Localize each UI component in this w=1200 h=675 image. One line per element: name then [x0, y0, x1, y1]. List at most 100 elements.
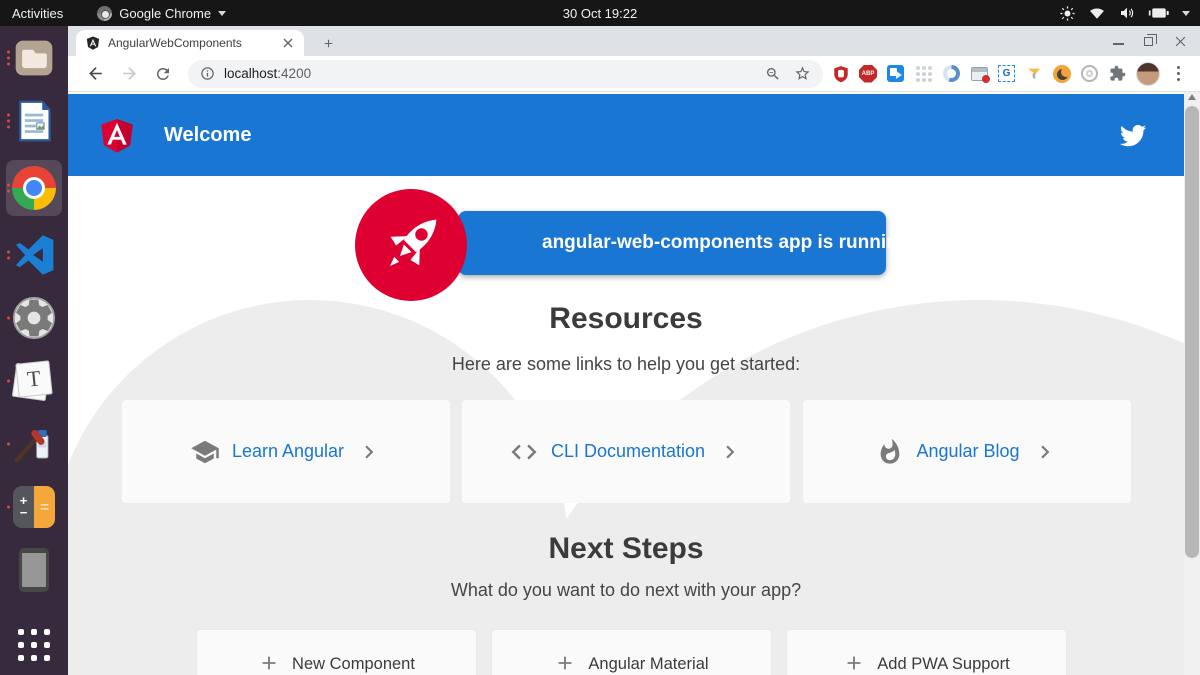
brightness-icon: [1059, 5, 1076, 22]
dock: T +−=: [0, 26, 68, 675]
wifi-icon: [1088, 6, 1106, 21]
running-indicator: [7, 380, 10, 383]
card-angular-blog[interactable]: Angular Blog: [803, 400, 1131, 503]
battery-icon: [1148, 6, 1170, 20]
dock-item-phone[interactable]: [6, 546, 62, 594]
paint-icon: [13, 423, 55, 465]
calculator-icon: +−=: [13, 486, 55, 528]
app-header: Welcome: [68, 94, 1184, 176]
files-icon: [12, 36, 56, 80]
angular-logo-icon: [96, 113, 138, 157]
forward-button[interactable]: [112, 60, 146, 88]
scroll-thumb[interactable]: [1185, 106, 1199, 558]
page-content: angular-web-components app is running! R…: [68, 176, 1184, 675]
browser-window: AngularWebComponents localhost:4200: [68, 26, 1200, 675]
action-label: New Component: [292, 655, 415, 674]
window-minimize-button[interactable]: [1113, 43, 1124, 45]
next-steps-heading: Next Steps: [68, 532, 1184, 566]
app-running-banner: angular-web-components app is running!: [458, 211, 886, 275]
resources-subheading: Here are some links to help you get star…: [68, 354, 1184, 375]
dock-item-files[interactable]: [6, 34, 62, 82]
action-label: Angular Material: [588, 655, 708, 674]
action-label: Add PWA Support: [877, 655, 1009, 674]
extensions-row: ABP G: [831, 62, 1190, 86]
window-restore-button[interactable]: [1144, 37, 1153, 46]
chevron-right-icon: [1032, 439, 1058, 465]
target-icon[interactable]: [1080, 64, 1099, 83]
resources-heading: Resources: [68, 302, 1184, 336]
card-label: CLI Documentation: [551, 441, 705, 462]
window-close-button[interactable]: [1173, 34, 1188, 49]
tab-title: AngularWebComponents: [108, 36, 272, 50]
card-cli-documentation[interactable]: CLI Documentation: [462, 400, 790, 503]
dark-reader-icon[interactable]: [1052, 64, 1071, 83]
card-learn-angular[interactable]: Learn Angular: [122, 400, 450, 503]
dock-item-calculator[interactable]: +−=: [6, 483, 62, 531]
libreoffice-writer-icon: [13, 99, 55, 143]
tab-close-icon[interactable]: [280, 35, 296, 51]
site-info-icon[interactable]: [200, 66, 215, 81]
reload-button[interactable]: [146, 60, 180, 88]
dock-item-libreoffice-writer[interactable]: [6, 97, 62, 145]
new-tab-button[interactable]: [316, 31, 340, 55]
button-angular-material[interactable]: Angular Material: [491, 629, 772, 675]
extensions-puzzle-icon[interactable]: [1108, 64, 1127, 83]
system-tray[interactable]: [1059, 0, 1190, 26]
window-blocker-icon[interactable]: [970, 64, 989, 83]
twitter-icon[interactable]: [1116, 120, 1150, 150]
button-new-component[interactable]: New Component: [196, 629, 477, 675]
window-controls: [1113, 26, 1188, 56]
browser-toolbar: localhost:4200 ABP G: [68, 56, 1200, 92]
angular-favicon: [86, 36, 100, 50]
back-button[interactable]: [78, 60, 112, 88]
next-steps-subheading: What do you want to do next with your ap…: [68, 580, 1184, 601]
page-scrollbar[interactable]: [1184, 92, 1200, 675]
show-applications-button[interactable]: [6, 621, 62, 669]
ublock-icon[interactable]: [831, 64, 850, 83]
bookmark-star-icon[interactable]: [794, 65, 811, 82]
chevron-right-icon: [717, 439, 743, 465]
app-grid-icon: [18, 629, 50, 661]
tab-copy-icon[interactable]: [886, 64, 905, 83]
grid-guides-icon[interactable]: G: [998, 65, 1015, 82]
url-text: localhost:4200: [224, 66, 311, 81]
phone-icon: [19, 548, 49, 592]
dock-item-paint[interactable]: [6, 420, 62, 468]
volume-icon: [1118, 5, 1136, 21]
running-indicator: [7, 251, 10, 260]
button-add-pwa-support[interactable]: Add PWA Support: [786, 629, 1067, 675]
funnel-icon[interactable]: [1024, 64, 1043, 83]
tab-strip: AngularWebComponents: [68, 26, 1200, 56]
plus-icon: [554, 652, 576, 674]
browser-menu-button[interactable]: [1169, 64, 1188, 83]
text-editor-icon: T: [14, 361, 54, 401]
running-indicator: [7, 51, 10, 66]
dock-item-vscode[interactable]: [6, 231, 62, 279]
banner-text: angular-web-components app is running!: [542, 232, 916, 254]
graduation-cap-icon: [190, 437, 220, 467]
chevron-right-icon: [356, 439, 382, 465]
running-indicator: [7, 114, 10, 129]
browser-tab[interactable]: AngularWebComponents: [76, 30, 304, 56]
dock-item-text-editor[interactable]: T: [6, 357, 62, 405]
url-host: localhost: [224, 66, 277, 81]
page-title: Welcome: [164, 124, 251, 147]
address-bar[interactable]: localhost:4200: [188, 60, 823, 88]
plus-icon: [322, 37, 335, 50]
plus-icon: [258, 652, 280, 674]
zoom-icon[interactable]: [765, 66, 781, 82]
adblock-plus-icon[interactable]: ABP: [859, 65, 877, 83]
dock-item-settings[interactable]: [6, 294, 62, 342]
address-bar-actions: [765, 65, 811, 82]
clock[interactable]: 30 Oct 19:22: [0, 6, 1200, 21]
page-viewport: Welcome angular-web-components app is ru…: [68, 92, 1200, 675]
onetab-icon[interactable]: [942, 64, 961, 83]
flame-icon: [876, 438, 904, 466]
rocket-icon: [372, 206, 450, 284]
url-port: :4200: [277, 66, 311, 81]
dock-item-chrome[interactable]: [6, 160, 62, 216]
profile-avatar[interactable]: [1136, 62, 1160, 86]
scroll-up-arrow[interactable]: [1188, 94, 1196, 100]
plus-icon: [843, 652, 865, 674]
disabled-extension-icon[interactable]: [914, 64, 933, 83]
